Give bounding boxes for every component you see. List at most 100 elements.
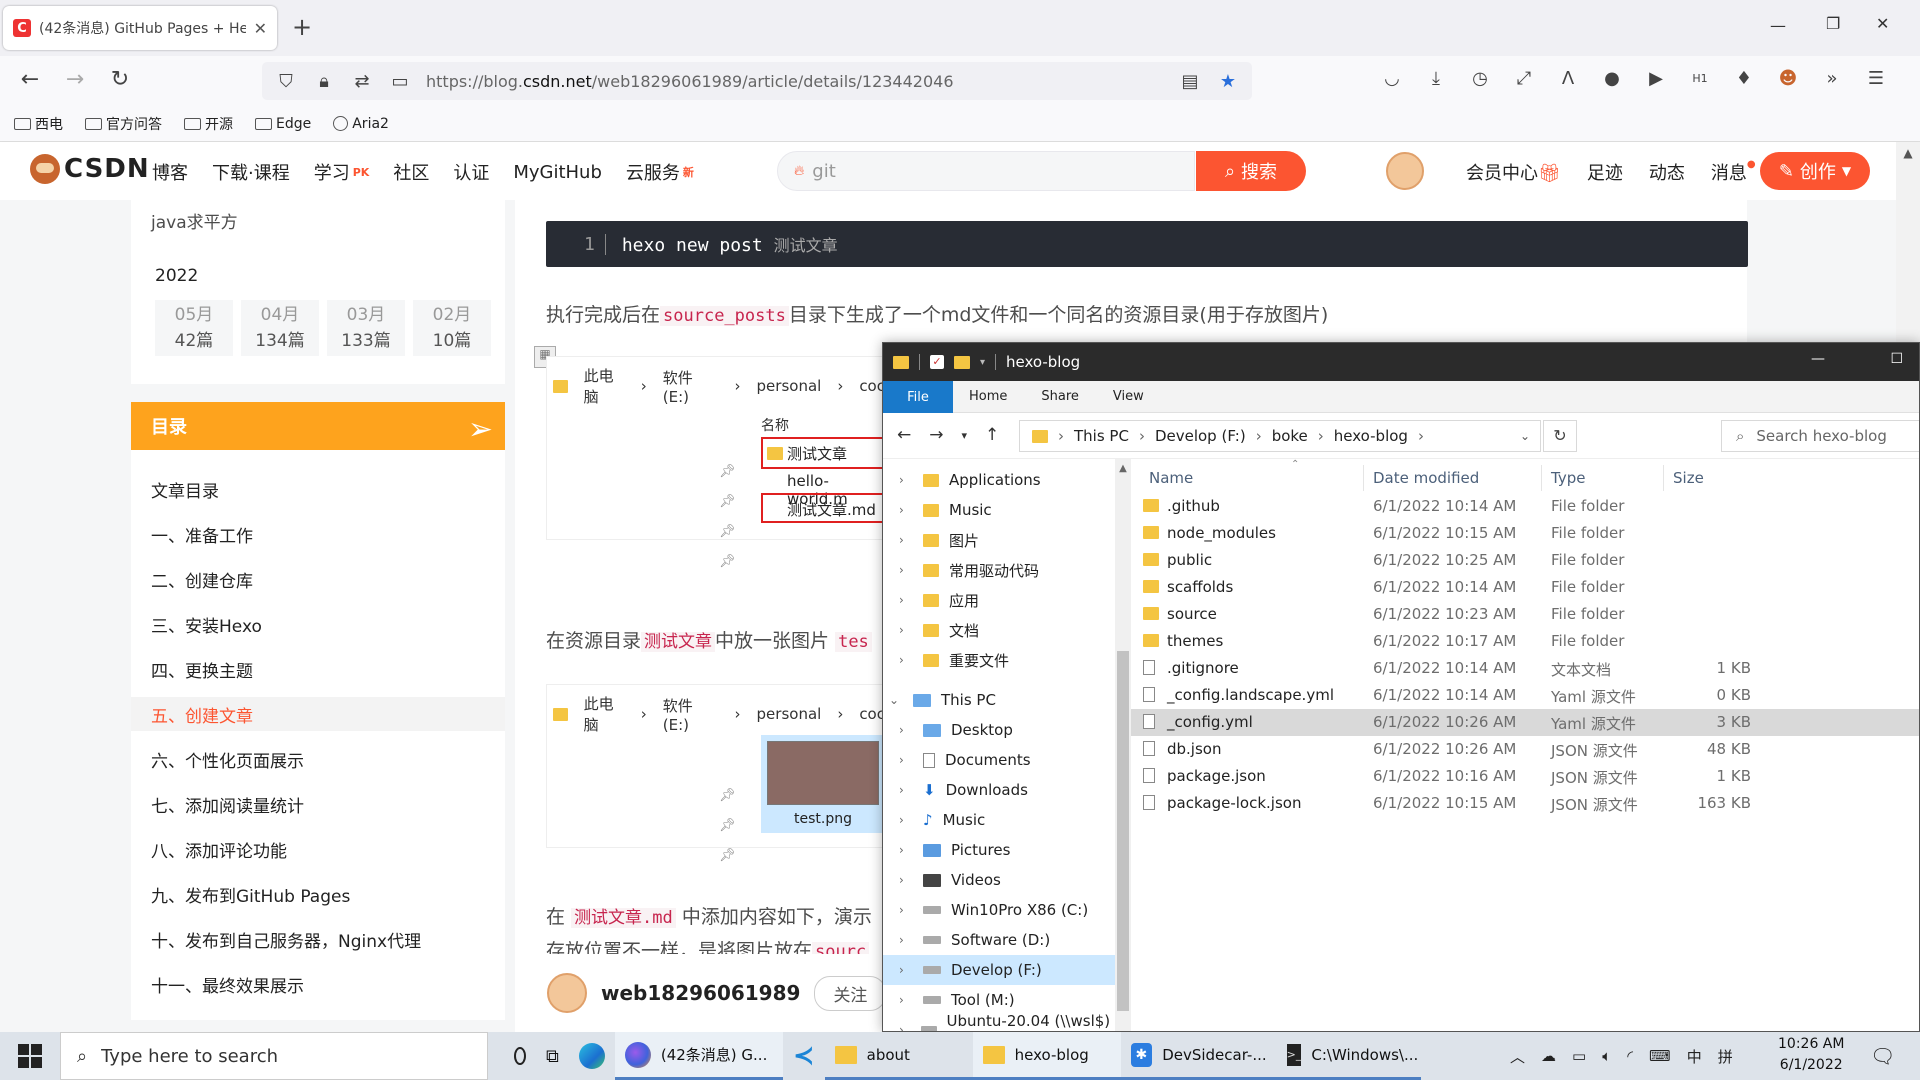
file-row[interactable]: package.json 6/1/2022 10:16 AM JSON 源文件 1 K… bbox=[1131, 763, 1919, 790]
close-window-icon[interactable]: ✕ bbox=[1876, 14, 1889, 33]
csdn-logo[interactable]: CSDN bbox=[30, 154, 150, 184]
customize-toolbar-icon[interactable]: ▾ bbox=[980, 357, 985, 368]
toc-item[interactable]: 文章目录 bbox=[131, 472, 505, 506]
lock-icon[interactable]: 🔒︎ bbox=[312, 71, 336, 92]
toc-item[interactable]: 六、个性化页面展示 bbox=[131, 742, 505, 776]
reader-view-icon[interactable]: ▤ bbox=[1178, 71, 1202, 92]
toc-item[interactable]: 三、安装Hexo bbox=[131, 607, 505, 641]
history-icon[interactable]: ◷ bbox=[1468, 68, 1492, 89]
file-row[interactable]: source 6/1/2022 10:23 AM File folder bbox=[1131, 601, 1919, 628]
file-row[interactable]: _config.landscape.yml 6/1/2022 10:14 AM Ya… bbox=[1131, 682, 1919, 709]
bookmark-qa[interactable]: 官方问答 bbox=[85, 114, 162, 134]
tree-item[interactable]: › Desktop bbox=[883, 715, 1115, 745]
tree-item[interactable]: › 应用 bbox=[883, 585, 1115, 615]
reload-icon[interactable]: ↻ bbox=[107, 68, 133, 92]
toc-item[interactable]: 二、创建仓库 bbox=[131, 562, 505, 596]
taskbar-search[interactable]: ⌕ Type here to search bbox=[60, 1032, 488, 1080]
bookmark-edge[interactable]: Edge bbox=[255, 116, 311, 132]
toc-item[interactable]: 一、准备工作 bbox=[131, 517, 505, 551]
nav-community[interactable]: 社区 bbox=[393, 159, 429, 185]
csdn-extension-icon[interactable]: ☻ bbox=[1776, 68, 1800, 89]
nav-blog[interactable]: 博客 bbox=[152, 159, 188, 185]
chevron-right-icon[interactable]: › bbox=[899, 753, 913, 767]
keyboard-icon[interactable]: ⌨ bbox=[1649, 1047, 1671, 1065]
toc-item[interactable]: 四、更换主题 bbox=[131, 652, 505, 686]
file-row[interactable]: .github 6/1/2022 10:14 AM File folder bbox=[1131, 493, 1919, 520]
chevron-right-icon[interactable]: › bbox=[899, 813, 913, 827]
taskbar-terminal[interactable]: >_ C:\Windows\... bbox=[1276, 1032, 1421, 1080]
battery-icon[interactable]: ▭ bbox=[1572, 1047, 1586, 1065]
month-item[interactable]: 04月 134篇 bbox=[241, 300, 319, 356]
downloads-icon[interactable]: ⤓ bbox=[1424, 68, 1448, 89]
taskbar-firefox[interactable]: (42条消息) G... bbox=[614, 1032, 783, 1080]
file-row[interactable]: public 6/1/2022 10:25 AM File folder bbox=[1131, 547, 1919, 574]
nav-mygithub[interactable]: MyGitHub bbox=[513, 162, 602, 183]
browser-tab[interactable]: C (42条消息) GitHub Pages + Hexo ✕ bbox=[3, 6, 277, 50]
scrollbar-thumb[interactable] bbox=[1117, 651, 1129, 1011]
play-icon[interactable]: ▶ bbox=[1644, 68, 1668, 89]
bookmark-opensource[interactable]: 开源 bbox=[184, 114, 233, 134]
follow-button[interactable]: 关注 bbox=[814, 975, 887, 1011]
tree-item[interactable]: › Tool (M:) bbox=[883, 985, 1115, 1015]
bookmark-aria2[interactable]: Aria2 bbox=[333, 116, 389, 132]
properties-icon[interactable]: ✓ bbox=[930, 355, 944, 369]
pocket-icon[interactable]: ◡ bbox=[1380, 68, 1404, 89]
nav-learn[interactable]: 学习 PK bbox=[314, 159, 370, 185]
file-row[interactable]: themes 6/1/2022 10:17 AM File folder bbox=[1131, 628, 1919, 655]
search-box[interactable]: ⌕ Search hexo-blog bbox=[1721, 420, 1919, 452]
tree-item[interactable]: › Win10Pro X86 (C:) bbox=[883, 895, 1115, 925]
github-icon[interactable]: ● bbox=[1600, 68, 1624, 89]
chevron-down-icon[interactable]: ⌄ bbox=[889, 693, 903, 707]
volume-icon[interactable]: 🔈︎ bbox=[1602, 1047, 1611, 1065]
tree-item[interactable]: › Documents bbox=[883, 745, 1115, 775]
tree-item[interactable]: › ♪ Music bbox=[883, 805, 1115, 835]
ribbon-tab-view[interactable]: View bbox=[1113, 389, 1144, 404]
tree-item[interactable]: › 重要文件 bbox=[883, 645, 1115, 675]
chevron-right-icon[interactable]: › bbox=[899, 563, 913, 577]
month-item[interactable]: 03月 133篇 bbox=[327, 300, 405, 356]
column-type[interactable]: Type bbox=[1551, 469, 1585, 487]
chevron-right-icon[interactable]: › bbox=[899, 653, 913, 667]
back-icon[interactable]: ← bbox=[897, 425, 911, 445]
fullscreen-icon[interactable]: ⤢ bbox=[1512, 68, 1536, 89]
column-name[interactable]: Name bbox=[1149, 469, 1193, 487]
chevron-right-icon[interactable]: › bbox=[899, 783, 913, 797]
network-icon[interactable]: ◜ bbox=[1627, 1047, 1633, 1065]
toc-item-active[interactable]: 五、创建文章 bbox=[131, 697, 505, 731]
chevron-right-icon[interactable]: › bbox=[899, 903, 913, 917]
ribbon-tab-share[interactable]: Share bbox=[1041, 389, 1079, 404]
nav-download-course[interactable]: 下载·课程 bbox=[212, 159, 290, 185]
tree-item[interactable]: › Music bbox=[883, 495, 1115, 525]
author-name[interactable]: web18296061989 bbox=[601, 981, 800, 1005]
tree-item[interactable]: › ⬇ Downloads bbox=[883, 775, 1115, 805]
csdn-search-input[interactable]: 🔥︎ git bbox=[777, 151, 1195, 191]
tree-item[interactable]: › Applications bbox=[883, 465, 1115, 495]
chevron-right-icon[interactable]: › bbox=[899, 623, 913, 637]
address-dropdown-icon[interactable]: ⌄ bbox=[1520, 429, 1530, 443]
extension-a-icon[interactable]: Ʌ bbox=[1556, 68, 1580, 89]
taskbar-devsidecar[interactable]: ✱ DevSidecar-... bbox=[1120, 1032, 1277, 1080]
archive-year[interactable]: 2022 bbox=[155, 266, 198, 286]
user-avatar[interactable] bbox=[1386, 152, 1424, 190]
minimize-icon[interactable]: — bbox=[1811, 351, 1825, 367]
file-row[interactable]: db.json 6/1/2022 10:26 AM JSON 源文件 48 KB bbox=[1131, 736, 1919, 763]
prev-article-link[interactable]: java求平方 bbox=[151, 208, 238, 233]
bookmark-xidian[interactable]: 西电 bbox=[14, 114, 63, 134]
clock[interactable]: 10:26 AM 6/1/2022 bbox=[1778, 1034, 1844, 1076]
page-info-icon[interactable]: ▭ bbox=[388, 71, 412, 92]
edge-icon[interactable] bbox=[569, 1032, 615, 1080]
new-tab-icon[interactable]: + bbox=[292, 14, 312, 40]
tree-item[interactable]: › 图片 bbox=[883, 525, 1115, 555]
scroll-up-icon[interactable]: ▲ bbox=[1896, 146, 1920, 160]
ribbon-tab-home[interactable]: Home bbox=[969, 389, 1007, 404]
back-icon[interactable]: ← bbox=[17, 68, 43, 92]
chevron-right-icon[interactable]: › bbox=[899, 933, 913, 947]
lightbulb-icon[interactable]: ♦ bbox=[1732, 68, 1756, 89]
recent-locations-icon[interactable]: ▾ bbox=[962, 429, 968, 442]
search-button[interactable]: ⌕ 搜索 bbox=[1196, 151, 1306, 191]
chevron-right-icon[interactable]: › bbox=[899, 723, 913, 737]
forward-icon[interactable]: → bbox=[929, 425, 943, 445]
file-row[interactable]: .gitignore 6/1/2022 10:14 AM 文本文档 1 KB bbox=[1131, 655, 1919, 682]
permissions-icon[interactable]: ⇄ bbox=[350, 71, 374, 92]
taskbar-hexo-blog[interactable]: hexo-blog bbox=[972, 1032, 1121, 1080]
